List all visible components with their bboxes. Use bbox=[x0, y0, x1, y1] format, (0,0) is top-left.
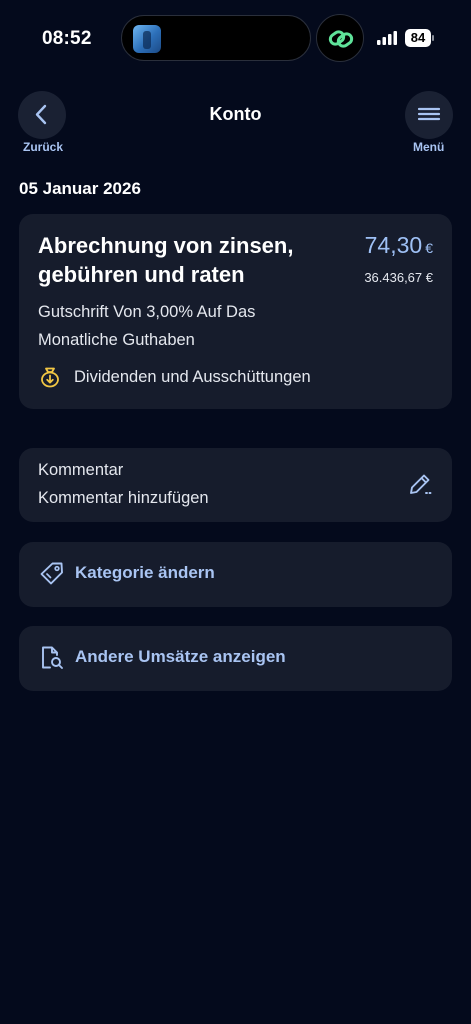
transaction-title: Abrechnung von zinsen, gebühren und rate… bbox=[38, 233, 294, 287]
category-label: Dividenden und Ausschüttungen bbox=[74, 367, 311, 386]
change-category-label[interactable]: Kategorie ändern bbox=[75, 563, 215, 583]
money-bag-icon bbox=[41, 367, 59, 388]
comment-label: Kommentar bbox=[38, 461, 124, 479]
show-other-transactions-button[interactable]: Andere Umsätze anzeigen bbox=[19, 626, 452, 691]
amount-currency: € bbox=[425, 240, 433, 256]
battery-icon: 84 bbox=[405, 29, 431, 47]
status-time: 08:52 bbox=[42, 28, 92, 49]
pencil-icon[interactable] bbox=[407, 471, 433, 497]
dynamic-island bbox=[121, 15, 311, 61]
transaction-card: Abrechnung von zinsen, gebühren und rate… bbox=[19, 214, 452, 409]
battery-tip bbox=[432, 35, 434, 41]
menu-button[interactable] bbox=[405, 91, 453, 139]
link-activity-icon bbox=[316, 14, 364, 62]
transaction-date: 05 Januar 2026 bbox=[19, 179, 141, 198]
add-comment-text[interactable]: Kommentar hinzufügen bbox=[38, 489, 209, 508]
transaction-category: Dividenden und Ausschüttungen bbox=[38, 365, 311, 389]
transaction-amount: 74,30 € bbox=[365, 232, 433, 259]
now-playing-thumbnail bbox=[133, 25, 161, 53]
account-balance: 36.436,67 € bbox=[364, 270, 433, 285]
account-transaction-screen: 08:52 84 Zurück Konto Menü 05 Januar 202… bbox=[0, 0, 471, 1024]
page-title: Konto bbox=[209, 104, 262, 124]
signal-icon bbox=[377, 31, 397, 45]
show-other-transactions-label[interactable]: Andere Umsätze anzeigen bbox=[75, 647, 286, 667]
back-label[interactable]: Zurück bbox=[23, 140, 63, 154]
document-search-icon bbox=[42, 646, 63, 669]
amount-value: 74,30 bbox=[364, 232, 423, 258]
menu-label[interactable]: Menü bbox=[413, 140, 444, 154]
transaction-description: Gutschrift Von 3,00% Auf Das Monatliche … bbox=[38, 303, 256, 349]
change-category-button[interactable]: Kategorie ändern bbox=[19, 542, 452, 607]
menu-icon bbox=[417, 107, 441, 121]
comment-card[interactable]: Kommentar Kommentar hinzufügen bbox=[19, 448, 452, 522]
tag-icon bbox=[40, 562, 63, 585]
